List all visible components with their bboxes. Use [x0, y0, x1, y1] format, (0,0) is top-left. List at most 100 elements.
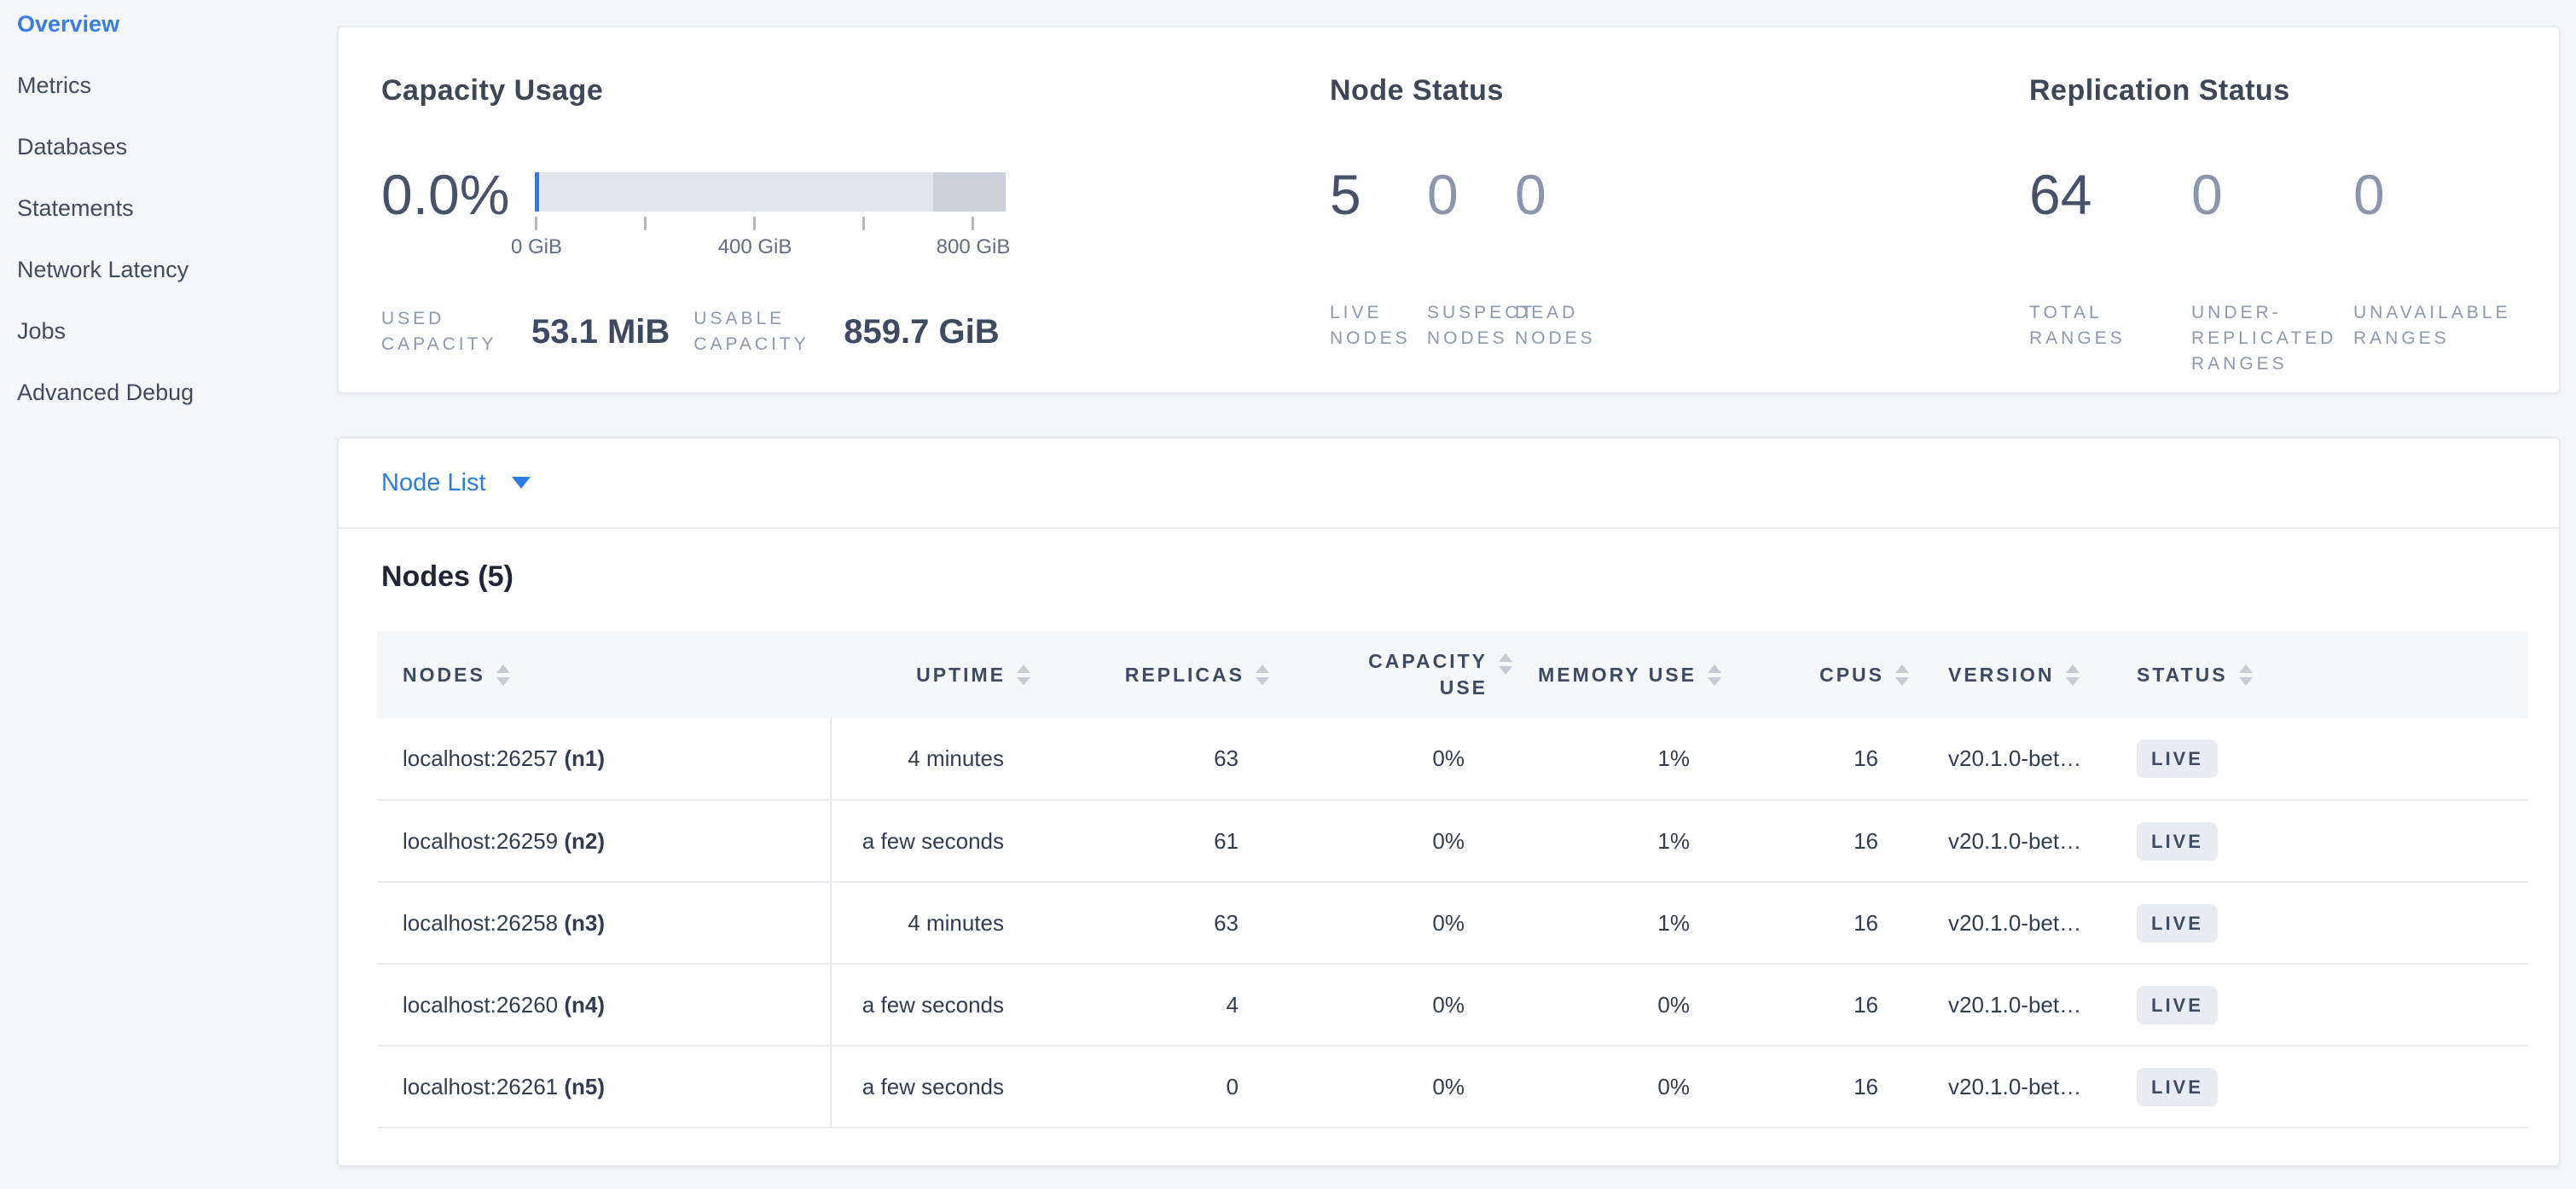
- cell-memory-use: 1%: [1516, 882, 1725, 964]
- metric-value: 0: [1427, 166, 1515, 223]
- column-header-memory-use[interactable]: MEMORY USE: [1516, 631, 1725, 718]
- node-address[interactable]: localhost:26259: [403, 828, 558, 854]
- column-header-inner: CAPACITY USE: [1273, 648, 1516, 701]
- sort-arrows-icon: [1708, 664, 1721, 686]
- table-row: localhost:26257 (n1)4 minutes630%1%16v20…: [377, 718, 2528, 800]
- node-address[interactable]: localhost:26258: [403, 910, 558, 936]
- cell-replicas: 61: [1034, 800, 1273, 882]
- metric-value: 0: [2353, 166, 2550, 223]
- node-list-selector[interactable]: Node List: [381, 469, 531, 497]
- node-address[interactable]: localhost:26261: [403, 1074, 558, 1099]
- column-header-inner: NODES: [377, 664, 831, 687]
- capacity-bar: [535, 172, 1006, 212]
- cell-replicas: 63: [1034, 882, 1273, 964]
- used-capacity-value: 53.1 MiB: [531, 313, 670, 351]
- cell-replicas: 0: [1034, 1046, 1273, 1128]
- cell-replicas: 63: [1034, 718, 1273, 800]
- table-row: localhost:26261 (n5)a few seconds00%0%16…: [377, 1046, 2528, 1128]
- metric-value: 5: [1330, 166, 1427, 223]
- capacity-chart-row: 0.0% 0 GiB 400 GiB 800 GiB: [381, 168, 1320, 266]
- metric-value: 0: [1515, 166, 1643, 223]
- node-id: (n3): [558, 910, 605, 936]
- axis-label: 400 GiB: [718, 235, 792, 259]
- node-id: (n4): [558, 992, 605, 1018]
- sidebar: OverviewMetricsDatabasesStatementsNetwor…: [0, 0, 337, 1189]
- column-header-replicas[interactable]: REPLICAS: [1034, 631, 1273, 718]
- column-header-label: MEMORY USE: [1538, 664, 1697, 687]
- sort-arrows-icon: [1256, 664, 1269, 686]
- sidebar-item-jobs[interactable]: Jobs: [0, 301, 337, 362]
- node-address[interactable]: localhost:26260: [403, 992, 558, 1018]
- column-header-label: VERSION: [1948, 664, 2055, 687]
- column-header-inner: VERSION: [1912, 664, 2109, 687]
- node-id: (n2): [558, 828, 605, 854]
- sort-arrows-icon: [2239, 664, 2253, 686]
- cell-uptime: 4 minutes: [831, 718, 1034, 800]
- status-badge: LIVE: [2137, 904, 2218, 942]
- capacity-bar-chart: 0 GiB 400 GiB 800 GiB: [535, 168, 1047, 266]
- cell-status: LIVE: [2109, 1046, 2528, 1128]
- capacity-stats: USED CAPACITY 53.1 MiB USABLE CAPACITY 8…: [381, 306, 1320, 357]
- metric-value: 64: [2029, 166, 2191, 223]
- sidebar-item-metrics[interactable]: Metrics: [0, 55, 337, 117]
- status-badge: LIVE: [2137, 1068, 2218, 1106]
- cell-node: localhost:26260 (n4): [377, 964, 831, 1046]
- cell-cpus: 16: [1725, 964, 1912, 1046]
- capacity-usage-section: Capacity Usage 0.0% 0 GiB 400 GiB 800 Gi…: [381, 74, 1320, 357]
- cell-memory-use: 1%: [1516, 800, 1725, 882]
- nodes-table: NODES UPTIMEREPLICAS CAPACITY USE MEMORY US…: [377, 631, 2528, 1128]
- usable-capacity-label: USABLE CAPACITY: [693, 306, 828, 357]
- cluster-overview-page: OverviewMetricsDatabasesStatementsNetwor…: [0, 0, 2576, 1189]
- column-header-uptime[interactable]: UPTIME: [831, 631, 1034, 718]
- column-header-label: CPUS: [1819, 664, 1884, 687]
- replication-status-title: Replication Status: [2029, 74, 2558, 107]
- metric-label: UNDER-REPLICATED RANGES: [2191, 300, 2353, 377]
- column-header-inner: REPLICAS: [1034, 664, 1273, 687]
- cell-uptime: 4 minutes: [831, 882, 1034, 964]
- used-capacity-label: USED CAPACITY: [381, 306, 516, 357]
- axis-tick: [644, 217, 647, 230]
- cell-memory-use: 1%: [1516, 718, 1725, 800]
- cell-capacity-use: 0%: [1273, 800, 1516, 882]
- column-header-label: NODES: [403, 664, 485, 687]
- axis-tick: [972, 217, 974, 230]
- sidebar-item-network-latency[interactable]: Network Latency: [0, 240, 337, 301]
- column-header-inner: CPUS: [1725, 664, 1912, 687]
- sidebar-item-advanced-debug[interactable]: Advanced Debug: [0, 362, 337, 424]
- node-list-card: Node List Nodes (5) NODESUPTIMEREPLICASC…: [337, 437, 2561, 1167]
- usable-capacity-value: 859.7 GiB: [844, 313, 999, 351]
- axis-tick: [862, 217, 865, 230]
- capacity-bar-reserved-segment: [933, 172, 1006, 212]
- table-row: localhost:26259 (n2)a few seconds610%1%1…: [377, 800, 2528, 882]
- cell-cpus: 16: [1725, 718, 1912, 800]
- axis-tick: [753, 217, 756, 230]
- capacity-usage-title: Capacity Usage: [381, 74, 1320, 107]
- replication-status-metrics: 64TOTAL RANGES0UNDER-REPLICATED RANGES0U…: [2029, 166, 2558, 377]
- column-header-node[interactable]: NODES: [377, 631, 831, 718]
- node-id: (n1): [558, 745, 605, 771]
- cluster-summary-card: Capacity Usage 0.0% 0 GiB 400 GiB 800 Gi…: [337, 26, 2561, 394]
- sidebar-item-overview[interactable]: Overview: [0, 0, 337, 55]
- table-header-row: NODES UPTIMEREPLICAS CAPACITY USE MEMORY US…: [377, 631, 2528, 718]
- cell-node: localhost:26257 (n1): [377, 718, 831, 800]
- node-address[interactable]: localhost:26257: [403, 745, 558, 771]
- sidebar-item-statements[interactable]: Statements: [0, 178, 337, 240]
- column-header-status[interactable]: STATUS: [2109, 631, 2528, 718]
- cell-version: v20.1.0-bet…: [1912, 882, 2109, 964]
- metric-total-ranges: 64TOTAL RANGES: [2029, 166, 2191, 377]
- sort-arrows-icon: [1017, 664, 1030, 686]
- cell-version: v20.1.0-bet…: [1912, 1046, 2109, 1128]
- metric-value: 0: [2191, 166, 2353, 223]
- metric-under-replicated-ranges: 0 UNDER-REPLICATED RANGES: [2191, 166, 2353, 377]
- node-list-header: Node List: [339, 438, 2559, 529]
- cell-status: LIVE: [2109, 800, 2528, 882]
- column-header-label: CAPACITY USE: [1344, 648, 1488, 701]
- sidebar-item-databases[interactable]: Databases: [0, 117, 337, 178]
- column-header-cpus[interactable]: CPUS: [1725, 631, 1912, 718]
- column-header-capacity-use[interactable]: CAPACITY USE: [1273, 631, 1516, 718]
- column-header-version[interactable]: VERSION: [1912, 631, 2109, 718]
- axis-label: 0 GiB: [511, 235, 562, 259]
- column-header-label: STATUS: [2137, 664, 2228, 687]
- status-badge: LIVE: [2137, 740, 2218, 778]
- node-status-title: Node Status: [1330, 74, 2012, 107]
